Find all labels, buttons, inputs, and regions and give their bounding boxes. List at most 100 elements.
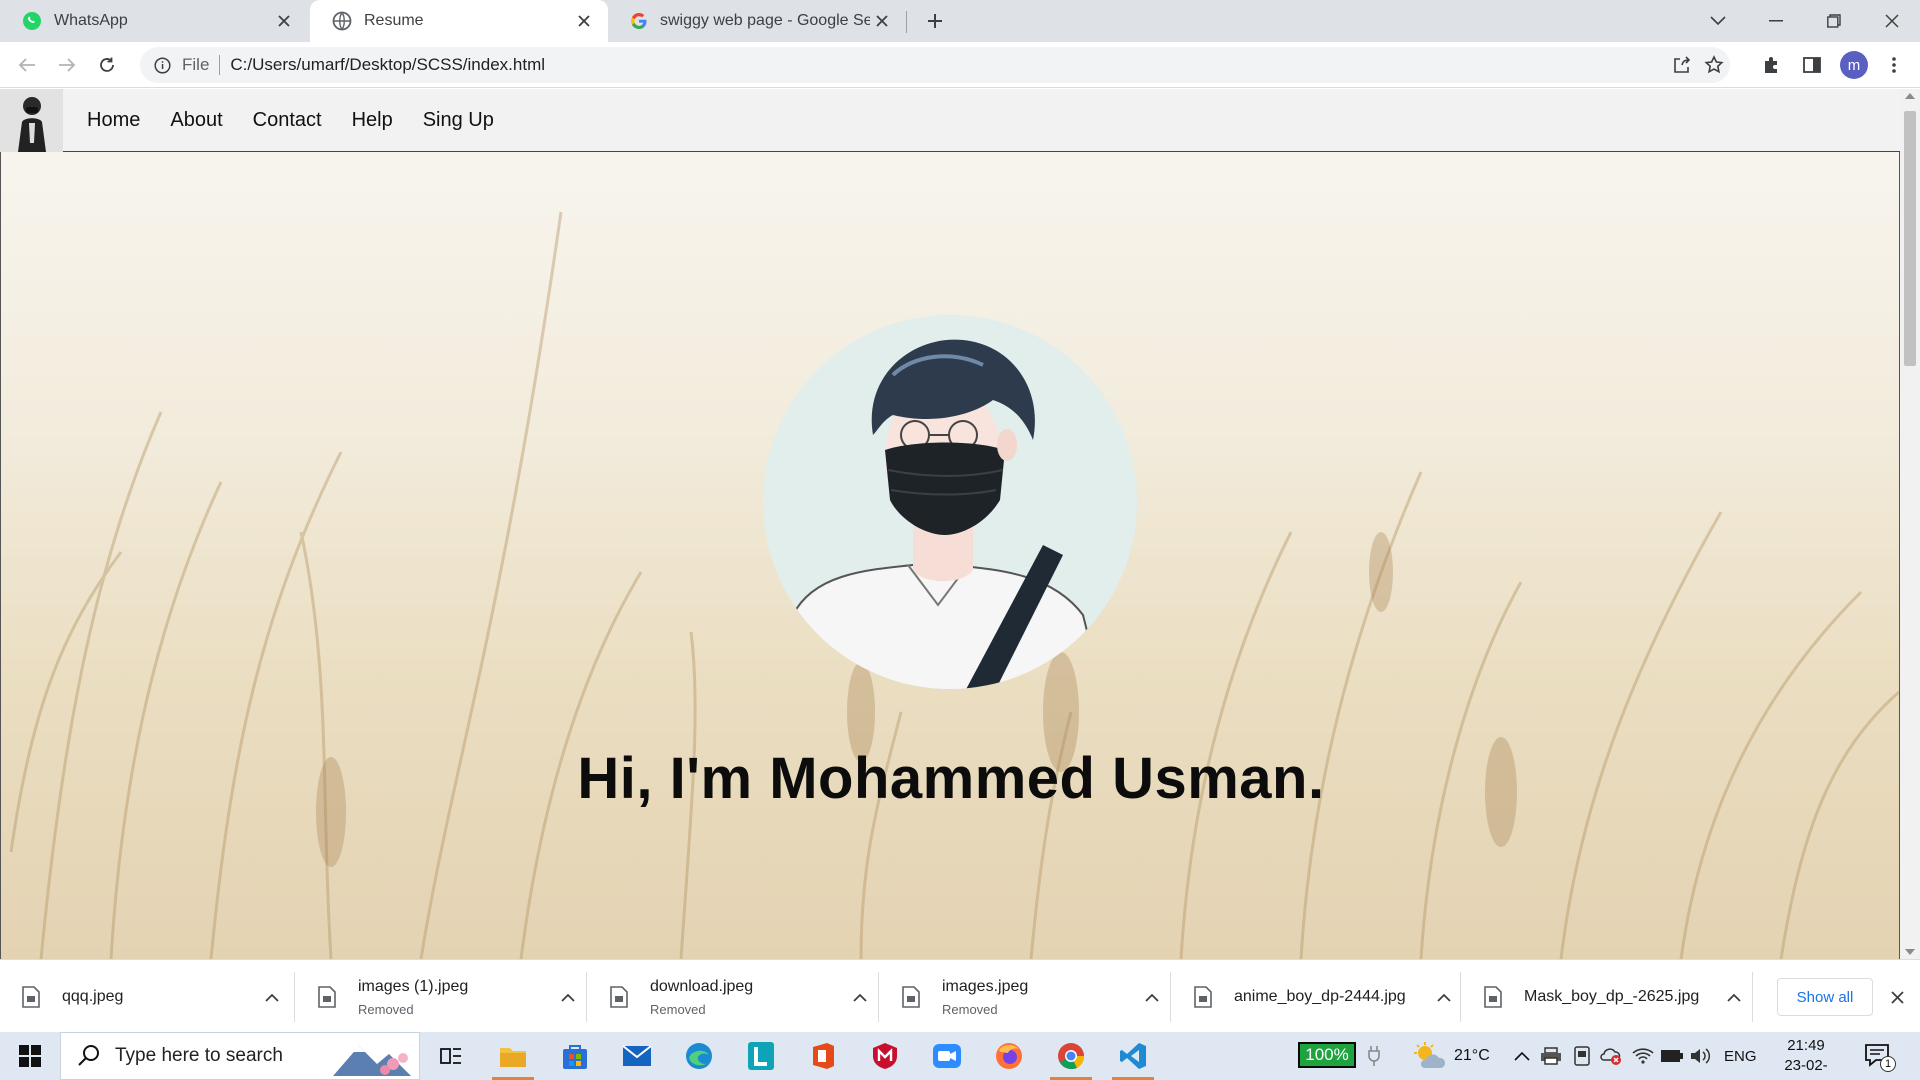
show-all-downloads-button[interactable]: Show all xyxy=(1777,978,1873,1016)
action-center-button[interactable]: 1 xyxy=(1864,1042,1896,1072)
close-icon xyxy=(1885,14,1899,28)
mail-button[interactable] xyxy=(608,1032,666,1080)
wifi-icon[interactable] xyxy=(1632,1047,1654,1065)
side-panel-button[interactable] xyxy=(1798,51,1826,79)
profile-avatar[interactable]: m xyxy=(1840,51,1868,79)
scroll-thumb[interactable] xyxy=(1904,111,1916,366)
language-indicator[interactable]: ENG xyxy=(1724,1032,1757,1080)
battery-percentage-badge[interactable]: 100% xyxy=(1298,1042,1356,1068)
download-item[interactable]: images.jpeg Removed xyxy=(880,970,1170,1024)
tab-separator xyxy=(906,11,907,33)
task-view-icon xyxy=(440,1048,461,1064)
whatsapp-icon xyxy=(23,12,41,30)
download-item[interactable]: download.jpeg Removed xyxy=(588,970,878,1024)
taskbar-search-box[interactable]: Type here to search xyxy=(60,1032,420,1080)
chevron-up-icon[interactable] xyxy=(1722,985,1746,1009)
profile-avatar-image xyxy=(763,315,1137,689)
zoom-button[interactable] xyxy=(918,1032,976,1080)
nav-signup-link[interactable]: Sing Up xyxy=(423,109,494,132)
chevron-up-icon[interactable] xyxy=(848,985,872,1009)
nav-contact-link[interactable]: Contact xyxy=(253,109,322,132)
onedrive-offline-icon[interactable] xyxy=(1600,1046,1622,1066)
weather-icon[interactable] xyxy=(1412,1041,1446,1071)
bookmark-star-icon[interactable] xyxy=(1702,53,1726,77)
url-text[interactable]: C:/Users/umarf/Desktop/SCSS/index.html xyxy=(230,55,545,75)
scroll-down-arrow-icon[interactable] xyxy=(1905,949,1915,955)
app-l-button[interactable] xyxy=(732,1032,790,1080)
close-tab-icon[interactable] xyxy=(870,9,894,33)
temperature-text[interactable]: 21°C xyxy=(1454,1032,1490,1080)
address-bar[interactable]: File C:/Users/umarf/Desktop/SCSS/index.h… xyxy=(140,47,1730,83)
chevron-up-icon[interactable] xyxy=(1432,985,1456,1009)
download-separator xyxy=(586,972,587,1022)
download-item[interactable]: anime_boy_dp-2444.jpg xyxy=(1172,970,1462,1024)
file-icon xyxy=(318,986,336,1008)
forward-button[interactable] xyxy=(51,49,83,81)
download-item[interactable]: images (1).jpeg Removed xyxy=(296,970,586,1024)
close-window-button[interactable] xyxy=(1864,0,1920,42)
scheme-label: File xyxy=(182,55,210,74)
office-button[interactable] xyxy=(794,1032,852,1080)
share-icon[interactable] xyxy=(1670,53,1694,77)
edge-browser-button[interactable] xyxy=(670,1032,728,1080)
download-item[interactable]: qqq.jpeg xyxy=(0,970,290,1024)
file-explorer-button[interactable] xyxy=(484,1032,542,1080)
back-button[interactable] xyxy=(11,49,43,81)
extensions-button[interactable] xyxy=(1758,51,1786,79)
download-status: Removed xyxy=(942,1001,998,1017)
mail-icon xyxy=(622,1045,652,1066)
chevron-up-icon[interactable] xyxy=(260,985,284,1009)
show-hidden-icons-chevron-icon[interactable] xyxy=(1514,1051,1530,1061)
scheme-divider xyxy=(219,55,221,75)
download-separator xyxy=(1752,972,1753,1022)
microsoft-store-button[interactable] xyxy=(546,1032,604,1080)
menu-button[interactable] xyxy=(1880,51,1908,79)
chevron-down-icon xyxy=(1710,16,1726,26)
start-button[interactable] xyxy=(0,1032,60,1080)
info-icon[interactable] xyxy=(150,53,174,77)
system-clock[interactable]: 21:49 23-02-2023 xyxy=(1768,1036,1844,1080)
side-panel-icon xyxy=(1803,57,1821,73)
download-status: Removed xyxy=(358,1001,414,1017)
windows-logo-icon xyxy=(19,1045,41,1067)
site-logo[interactable] xyxy=(0,89,63,152)
downloads-bar: qqq.jpeg images (1).jpeg Removed downloa… xyxy=(0,959,1920,1032)
close-tab-icon[interactable] xyxy=(572,9,596,33)
plug-icon xyxy=(1368,1046,1380,1066)
tab-resume[interactable]: Resume xyxy=(310,0,608,42)
volume-icon[interactable] xyxy=(1690,1047,1712,1065)
battery-icon[interactable] xyxy=(1660,1049,1684,1063)
office-icon xyxy=(813,1043,834,1069)
task-view-button[interactable] xyxy=(422,1032,480,1080)
page-scrollbar[interactable] xyxy=(1900,89,1920,959)
firefox-button[interactable] xyxy=(980,1032,1038,1080)
minimize-button[interactable] xyxy=(1748,0,1804,42)
mcafee-button[interactable] xyxy=(856,1032,914,1080)
scroll-up-arrow-icon[interactable] xyxy=(1905,93,1915,99)
search-icon xyxy=(78,1045,99,1066)
nav-home-link[interactable]: Home xyxy=(87,109,140,132)
tab-strip: WhatsApp Resume swiggy web page - Google… xyxy=(0,0,1920,42)
download-separator xyxy=(1170,972,1171,1022)
printer-icon[interactable] xyxy=(1540,1047,1562,1065)
restore-button[interactable] xyxy=(1806,0,1862,42)
nav-help-link[interactable]: Help xyxy=(352,109,393,132)
device-icon[interactable] xyxy=(1573,1046,1591,1066)
tab-search-button[interactable] xyxy=(1690,0,1746,42)
tab-google-search[interactable]: swiggy web page - Google Searc xyxy=(608,0,906,42)
file-icon xyxy=(1484,986,1502,1008)
file-icon xyxy=(902,986,920,1008)
close-tab-icon[interactable] xyxy=(272,9,296,33)
reload-icon xyxy=(100,57,114,72)
new-tab-button[interactable] xyxy=(922,8,948,34)
chevron-up-icon[interactable] xyxy=(556,985,580,1009)
download-filename: images (1).jpeg xyxy=(358,977,469,995)
tab-whatsapp[interactable]: WhatsApp xyxy=(0,0,308,42)
chrome-button[interactable] xyxy=(1042,1032,1100,1080)
chevron-up-icon[interactable] xyxy=(1140,985,1164,1009)
download-item[interactable]: Mask_boy_dp_-2625.jpg xyxy=(1462,970,1752,1024)
reload-button[interactable] xyxy=(91,49,123,81)
vscode-button[interactable] xyxy=(1104,1032,1162,1080)
close-downloads-bar-button[interactable] xyxy=(1884,984,1910,1010)
nav-about-link[interactable]: About xyxy=(170,109,222,132)
